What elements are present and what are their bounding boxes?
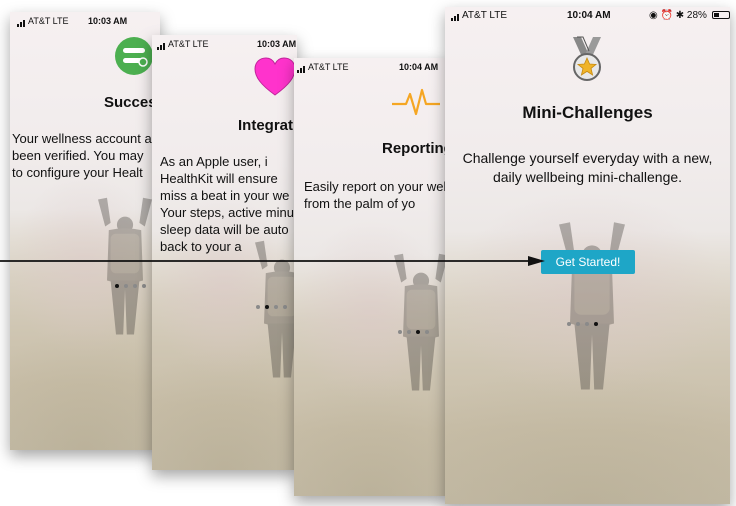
- page-dot-4: [425, 330, 429, 334]
- battery-icon: [711, 11, 730, 20]
- page-indicator: [256, 305, 287, 309]
- onboarding-screen-reporting: AT&T LTE 10:04 AM Reporting Easily repor…: [294, 58, 449, 496]
- status-bar: AT&T LTE 10:04 AM: [294, 58, 449, 76]
- page-dot-4: [594, 322, 598, 326]
- page-dot-2: [124, 284, 128, 288]
- page-dot-2: [265, 305, 269, 309]
- onboarding-screen-integration: AT&T LTE 10:03 AM Integrati As an Apple …: [152, 35, 297, 470]
- get-started-button[interactable]: Get Started!: [541, 250, 635, 274]
- hiker-background-image: [98, 197, 152, 335]
- battery-percent: 28%: [686, 10, 707, 21]
- screen-description: Easily report on your wel from the palm …: [304, 179, 447, 211]
- page-dot-2: [407, 330, 411, 334]
- page-dot-3: [274, 305, 278, 309]
- signal-icon: [451, 10, 460, 21]
- screen-description: As an Apple user, i HealthKit will ensur…: [160, 154, 294, 254]
- page-dot-4: [283, 305, 287, 309]
- onboarding-screen-success: AT&T LTE 10:03 AM Success Your wellness …: [10, 12, 160, 450]
- status-icons: ◉ ⏰ ✱ 28%: [649, 10, 730, 21]
- page-dot-1: [115, 284, 119, 288]
- status-bar: AT&T LTE 10:03 AM: [10, 12, 160, 30]
- page-dot-3: [585, 322, 589, 326]
- page-dot-3: [133, 284, 137, 288]
- status-bar: AT&T LTE 10:04 AM ◉ ⏰ ✱ 28%: [445, 7, 730, 25]
- hiker-background-image: [559, 222, 625, 390]
- screen-description: Challenge yourself everyday with a new, …: [462, 150, 713, 185]
- screen-title: Mini-Challenges: [522, 103, 653, 122]
- medal-icon: [573, 36, 601, 81]
- toggle-settings-icon: [115, 37, 153, 75]
- page-dot-4: [142, 284, 146, 288]
- location-icon: ◉: [649, 10, 658, 21]
- page-dot-1: [398, 330, 402, 334]
- screen-description: Your wellness account a been verified. Y…: [12, 131, 152, 180]
- clock-time: 10:03 AM: [257, 39, 297, 49]
- carrier-text: AT&T LTE: [308, 62, 349, 72]
- carrier-label: AT&T LTE: [297, 62, 349, 73]
- carrier-text: AT&T LTE: [462, 10, 508, 22]
- carrier-label: AT&T LTE: [17, 16, 69, 27]
- status-bar: AT&T LTE 10:03 AM: [152, 35, 297, 53]
- carrier-text: AT&T LTE: [28, 16, 69, 26]
- clock-time: 10:04 AM: [399, 62, 439, 72]
- flow-arrow-icon: [0, 256, 545, 266]
- alarm-icon: ⏰: [660, 10, 673, 21]
- clock-time: 10:03 AM: [88, 16, 128, 26]
- screen-title: Reporting: [382, 140, 449, 157]
- pulse-icon: [392, 88, 440, 116]
- bluetooth-icon: ✱: [675, 10, 685, 21]
- carrier-text: AT&T LTE: [168, 39, 209, 49]
- signal-icon: [297, 63, 306, 73]
- heart-icon: [254, 57, 296, 96]
- carrier-label: AT&T LTE: [451, 10, 507, 21]
- signal-icon: [17, 17, 26, 27]
- page-dot-1: [567, 322, 571, 326]
- signal-icon: [157, 40, 166, 50]
- page-dot-1: [256, 305, 260, 309]
- screen-title: Integrati: [238, 117, 297, 134]
- page-indicator: [115, 284, 146, 288]
- page-indicator: [567, 322, 598, 326]
- carrier-label: AT&T LTE: [157, 39, 209, 50]
- page-indicator: [398, 330, 429, 334]
- clock-time: 10:04 AM: [567, 10, 611, 21]
- page-dot-2: [576, 322, 580, 326]
- page-dot-3: [416, 330, 420, 334]
